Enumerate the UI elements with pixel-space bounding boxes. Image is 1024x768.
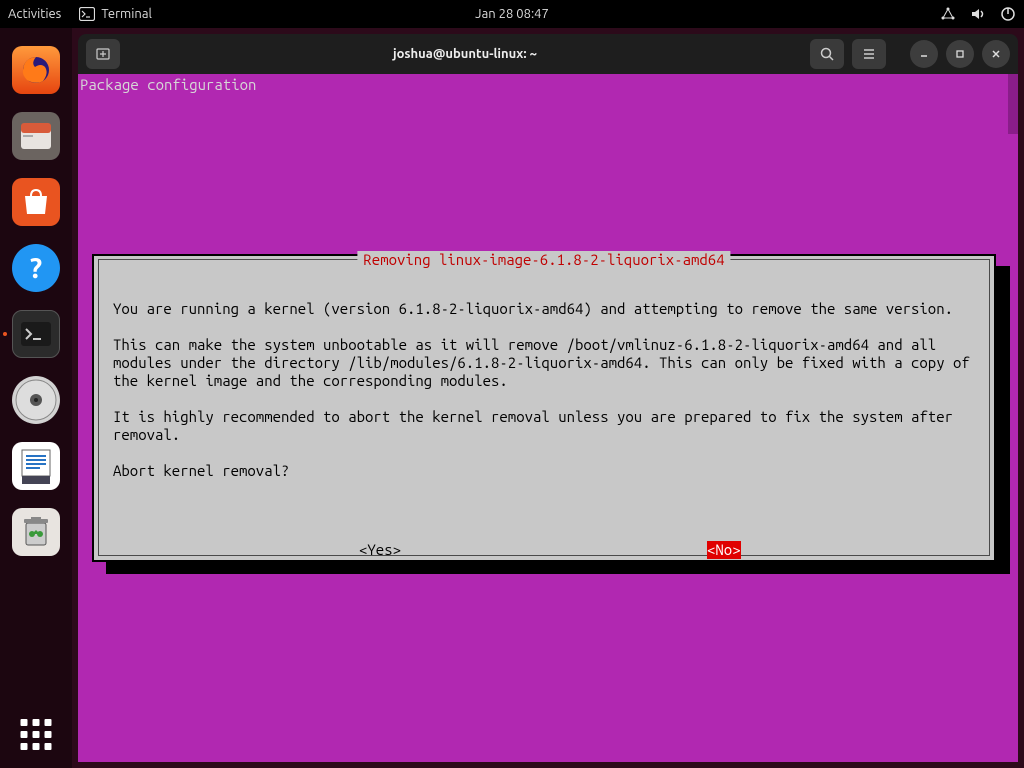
- dock: ?: [0, 28, 72, 768]
- scrollbar[interactable]: [1008, 74, 1018, 134]
- dock-active-indicator: [3, 332, 7, 336]
- dock-terminal[interactable]: [12, 310, 60, 358]
- maximize-button[interactable]: [946, 40, 974, 68]
- terminal-body[interactable]: Package configuration Removing linux-ima…: [78, 74, 1018, 762]
- maximize-icon: [955, 49, 965, 59]
- search-button[interactable]: [810, 39, 844, 69]
- dock-help[interactable]: ?: [12, 244, 60, 292]
- debconf-dialog: Removing linux-image-6.1.8-2-liquorix-am…: [92, 254, 996, 562]
- dialog-text-2: This can make the system unbootable as i…: [113, 336, 978, 389]
- dock-disc[interactable]: [12, 376, 60, 424]
- question-icon: ?: [30, 253, 42, 284]
- power-icon[interactable]: [1000, 6, 1016, 22]
- package-config-header: Package configuration: [80, 76, 256, 94]
- terminal-titlebar: joshua@ubuntu-linux: ~: [78, 34, 1018, 74]
- terminal-window: joshua@ubuntu-linux: ~: [78, 34, 1018, 762]
- gnome-topbar: Activities Terminal Jan 28 08:47: [0, 0, 1024, 28]
- dialog-body: You are running a kernel (version 6.1.8-…: [99, 260, 989, 508]
- dock-trash[interactable]: [12, 508, 60, 556]
- minimize-button[interactable]: [910, 40, 938, 68]
- terminal-icon: [79, 7, 95, 21]
- window-title: joshua@ubuntu-linux: ~: [128, 47, 802, 61]
- menu-button[interactable]: [852, 39, 886, 69]
- topbar-app-name: Terminal: [101, 7, 152, 21]
- dialog-text-4: Abort kernel removal?: [113, 462, 289, 479]
- minimize-icon: [919, 49, 929, 59]
- new-tab-icon: [95, 46, 111, 62]
- volume-icon[interactable]: [970, 6, 986, 22]
- network-icon[interactable]: [940, 6, 956, 22]
- dock-text-editor[interactable]: [12, 442, 60, 490]
- topbar-app-indicator[interactable]: Terminal: [79, 7, 152, 21]
- files-icon: [19, 121, 53, 151]
- shopping-bag-icon: [21, 188, 51, 216]
- dialog-title: Removing linux-image-6.1.8-2-liquorix-am…: [357, 251, 730, 269]
- new-tab-button[interactable]: [86, 39, 120, 69]
- close-icon: [991, 49, 1001, 59]
- topbar-clock[interactable]: Jan 28 08:47: [475, 7, 549, 21]
- dialog-text-3: It is highly recommended to abort the ke…: [113, 408, 961, 443]
- no-button[interactable]: <No>: [707, 541, 741, 559]
- terminal-app-icon: [21, 322, 51, 346]
- activities-button[interactable]: Activities: [8, 7, 61, 21]
- yes-button[interactable]: <Yes>: [359, 541, 401, 559]
- dock-firefox[interactable]: [12, 46, 60, 94]
- disc-icon: [14, 378, 58, 422]
- firefox-icon: [19, 53, 53, 87]
- text-editor-icon: [16, 446, 56, 486]
- dialog-text-1: You are running a kernel (version 6.1.8-…: [113, 300, 953, 317]
- hamburger-icon: [861, 46, 877, 62]
- search-icon: [819, 46, 835, 62]
- dock-files[interactable]: [12, 112, 60, 160]
- dock-show-apps[interactable]: [21, 719, 52, 750]
- close-button[interactable]: [982, 40, 1010, 68]
- dock-software[interactable]: [12, 178, 60, 226]
- trash-icon: [21, 515, 51, 549]
